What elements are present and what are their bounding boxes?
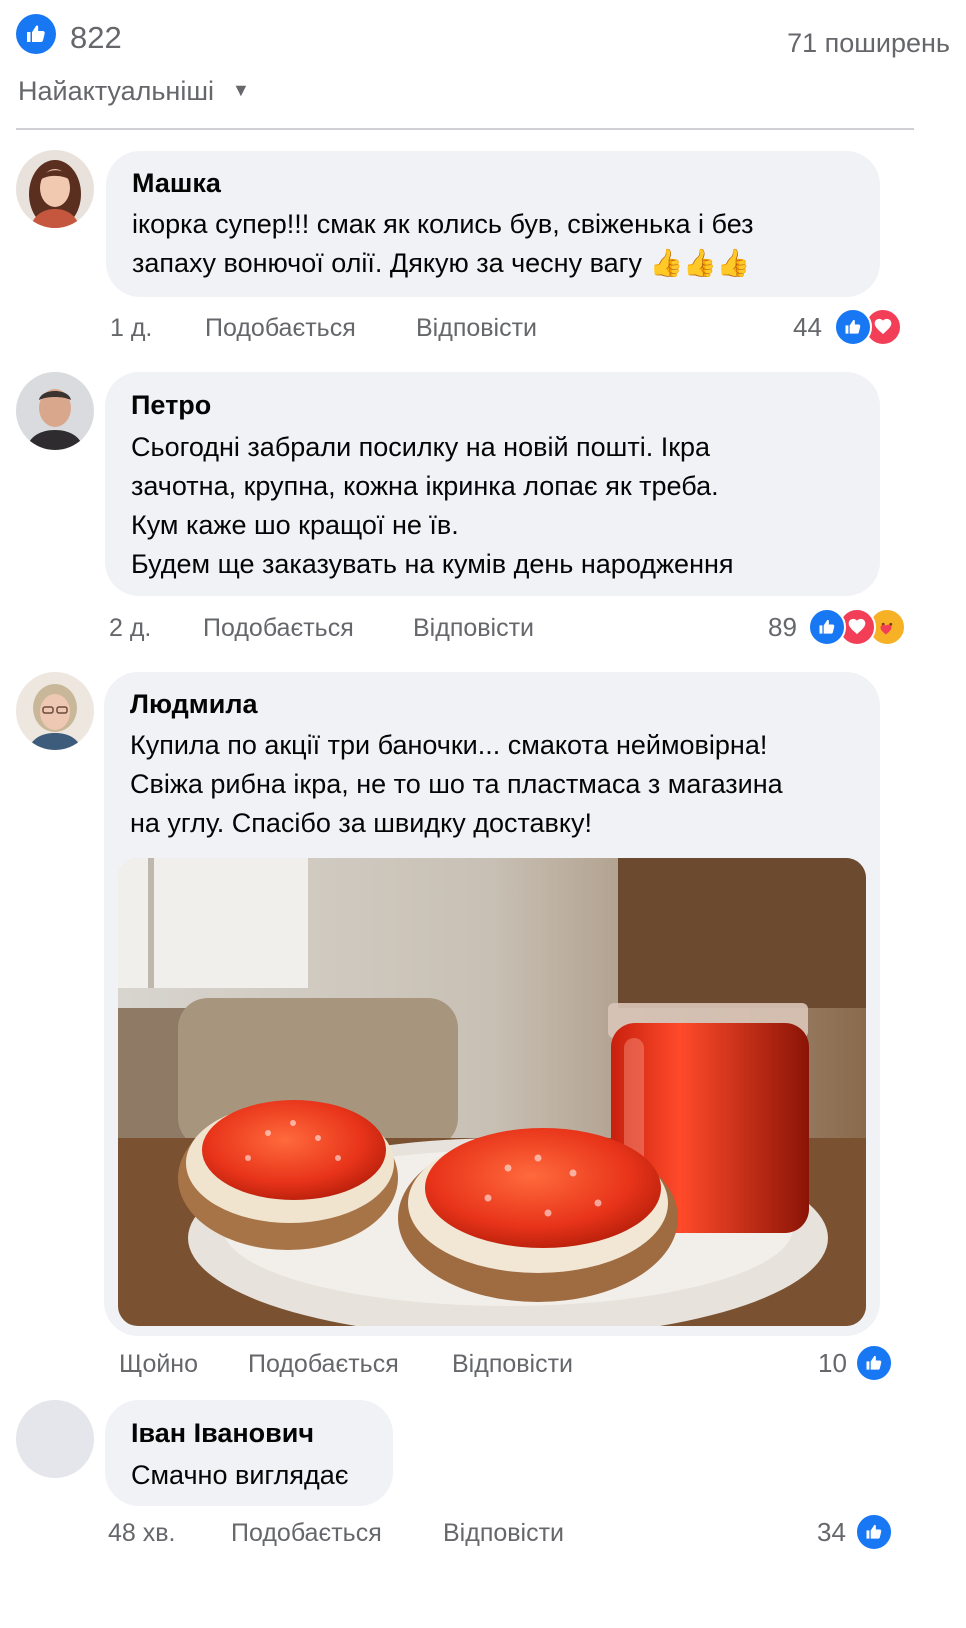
comment-bubble: Людмила Купила по акції три баночки... с…: [104, 672, 880, 1336]
like-button[interactable]: Подобається: [205, 314, 356, 343]
avatar[interactable]: [16, 372, 94, 450]
comment-text: Купила по акції три баночки... смакота н…: [130, 730, 783, 838]
reply-button[interactable]: Відповісти: [452, 1350, 573, 1379]
reactions-count[interactable]: 34: [817, 1517, 846, 1548]
likes-count[interactable]: 822: [70, 20, 122, 56]
reactions-count[interactable]: 10: [818, 1348, 847, 1379]
avatar[interactable]: [16, 150, 94, 228]
reply-button[interactable]: Відповісти: [443, 1519, 564, 1548]
comment-author[interactable]: Машка: [132, 168, 221, 199]
like-icon: [834, 308, 872, 346]
comment-time[interactable]: 2 д.: [109, 614, 151, 643]
like-icon: [808, 608, 846, 646]
like-icon: [855, 1344, 893, 1382]
comment-time[interactable]: 1 д.: [110, 314, 152, 343]
like-icon: [855, 1513, 893, 1551]
reactions-count[interactable]: 44: [793, 312, 822, 343]
divider: [16, 128, 914, 130]
comment-text: ікорка супер!!! смак як колись був, свіж…: [132, 209, 754, 278]
comment-time[interactable]: 48 хв.: [108, 1519, 175, 1548]
like-icon[interactable]: [16, 14, 56, 54]
like-button[interactable]: Подобається: [248, 1350, 399, 1379]
comment-time[interactable]: Щойно: [119, 1350, 198, 1379]
reply-button[interactable]: Відповісти: [413, 614, 534, 643]
reply-button[interactable]: Відповісти: [416, 314, 537, 343]
comment-author[interactable]: Петро: [131, 390, 211, 421]
comment-bubble: Машка ікорка супер!!! смак як колись був…: [106, 151, 880, 297]
comment-bubble: Петро Сьогодні забрали посилку на новій …: [105, 372, 880, 596]
reactions-count[interactable]: 89: [768, 612, 797, 643]
chevron-down-icon: ▼: [232, 80, 250, 100]
sort-label: Найактуальніші: [18, 76, 215, 106]
comment-photo[interactable]: [118, 858, 866, 1326]
avatar[interactable]: [16, 1400, 94, 1478]
comment-author[interactable]: Іван Іванович: [131, 1418, 314, 1449]
shares-count[interactable]: 71 поширень: [787, 28, 950, 59]
like-button[interactable]: Подобається: [203, 614, 354, 643]
comment-bubble: Іван Іванович Смачно виглядає: [105, 1400, 393, 1506]
comment-author[interactable]: Людмила: [130, 689, 258, 720]
comment-text: Смачно виглядає: [131, 1460, 349, 1490]
reactions-summary: 822 71 поширень: [16, 14, 950, 64]
comment-text: Сьогодні забрали посилку на новій пошті.…: [131, 432, 734, 579]
avatar[interactable]: [16, 672, 94, 750]
like-button[interactable]: Подобається: [231, 1519, 382, 1548]
sort-dropdown[interactable]: Найактуальніші ▼: [18, 76, 250, 107]
